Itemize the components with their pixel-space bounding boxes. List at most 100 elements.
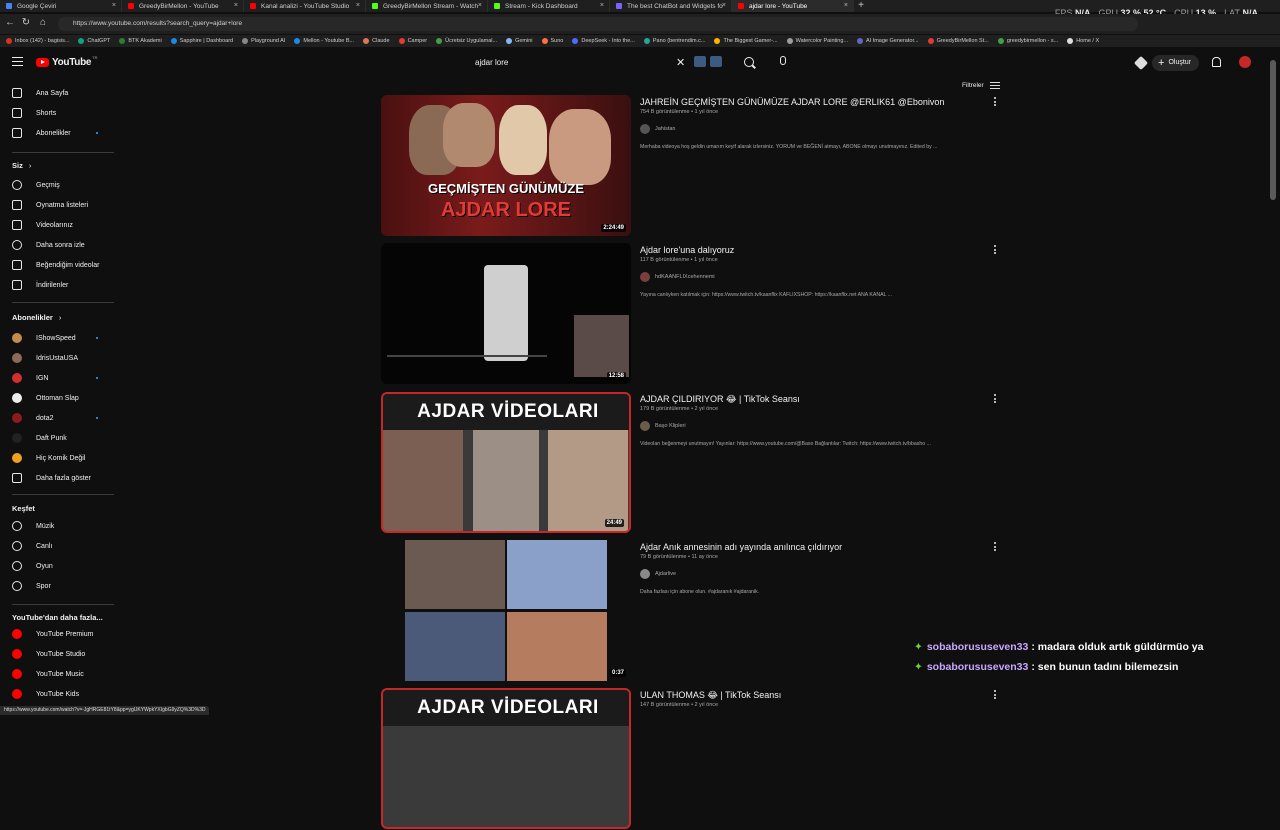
video-result[interactable]: 12:58 Ajdar lore'una dalıyoruz 117 B görün…	[381, 243, 1001, 385]
bookmark-item[interactable]: Ücretsiz Uygulamal...	[436, 38, 497, 44]
close-tab-icon[interactable]: ×	[234, 2, 238, 9]
refresh-icon[interactable]: ↻	[20, 17, 32, 29]
sidebar-item[interactable]: YouTube Music	[0, 666, 118, 682]
sidebar-item[interactable]: Videolarınız	[0, 217, 118, 233]
bookmark-item[interactable]: BTK Akademi	[119, 38, 162, 44]
video-result[interactable]: AJDAR VİDEOLARI ULAN THOMAS 😂 | TikTok Se…	[381, 688, 1001, 830]
bookmark-item[interactable]: Pano (bentrendim.c...	[643, 38, 705, 44]
back-arrow-icon[interactable]: ←	[4, 17, 16, 29]
more-actions-icon[interactable]	[994, 245, 997, 254]
notifications-bell-icon[interactable]	[1212, 57, 1221, 67]
video-thumbnail[interactable]: AJDAR VİDEOLARI	[381, 688, 631, 829]
sidebar-item[interactable]: İndirilenler	[0, 277, 118, 293]
sidebar-item[interactable]: YouTube Kids	[0, 686, 118, 702]
browser-tab[interactable]: Stream - Kick Dashboard ×	[488, 0, 610, 12]
sidebar-item[interactable]: Canlı	[0, 538, 118, 554]
sidebar-item[interactable]: IGN	[0, 370, 118, 386]
browser-tab[interactable]: GreedyBirMellon - YouTube ×	[122, 0, 244, 12]
sidebar-item[interactable]: Ana Sayfa	[0, 85, 118, 101]
sidebar-item[interactable]: Müzik	[0, 518, 118, 534]
bookmark-item[interactable]: AI Image Generator...	[856, 38, 919, 44]
video-title[interactable]: Ajdar Anık annesinin adı yayında anılınc…	[640, 542, 842, 552]
sidebar-section-title[interactable]: Siz ›	[12, 161, 31, 170]
sidebar-item[interactable]: Geçmiş	[0, 177, 118, 193]
filters-button[interactable]: Filtreler	[962, 82, 1000, 89]
browser-tab[interactable]: The best ChatBot and Widgets fo ×	[610, 0, 732, 12]
video-title[interactable]: JAHREİN GEÇMİŞTEN GÜNÜMÜZE AJDAR LORE @E…	[640, 97, 944, 107]
bookmark-item[interactable]: The Biggest Gamer-...	[714, 38, 778, 44]
browser-tab[interactable]: GreedyBirMellon Stream - Watch ×	[366, 0, 488, 12]
microphone-icon[interactable]	[780, 56, 786, 65]
sidebar-item[interactable]: Daha fazla göster	[0, 470, 118, 486]
video-thumbnail[interactable]: 0:37	[381, 540, 631, 681]
address-bar[interactable]: https://www.youtube.com/results?search_q…	[58, 17, 1138, 31]
bookmark-item[interactable]: Gemini	[506, 38, 533, 44]
video-result[interactable]: GEÇMİŞTEN GÜNÜMÜZE AJDAR LORE 2:24:49 JAHRE…	[381, 95, 1001, 237]
sidebar-item[interactable]: Daha sonra izle	[0, 237, 118, 253]
browser-tab[interactable]: ajdar lore - YouTube ×	[732, 0, 854, 12]
bookmark-item[interactable]: greedybirmellon - s...	[997, 38, 1058, 44]
close-tab-icon[interactable]: ×	[600, 2, 604, 9]
more-actions-icon[interactable]	[994, 542, 997, 551]
video-title[interactable]: Ajdar lore'una dalıyoruz	[640, 245, 734, 255]
sidebar-item[interactable]: Daft Punk	[0, 430, 118, 446]
sidebar-item[interactable]: Oyun	[0, 558, 118, 574]
hamburger-menu-icon[interactable]	[12, 57, 23, 67]
translate-extension-icon[interactable]	[694, 56, 706, 67]
bookmark-item[interactable]: Camper	[398, 38, 427, 44]
user-avatar[interactable]	[1239, 56, 1251, 68]
sidebar-item[interactable]: Beğendiğim videolar	[0, 257, 118, 273]
youtube-logo[interactable]: YouTube TR	[36, 55, 98, 68]
studio-icon[interactable]	[1133, 55, 1149, 71]
video-thumbnail[interactable]: AJDAR VİDEOLARI 24:49	[381, 392, 631, 533]
more-actions-icon[interactable]	[994, 690, 997, 699]
bookmark-item[interactable]: Home / X	[1067, 38, 1099, 44]
video-thumbnail[interactable]: GEÇMİŞTEN GÜNÜMÜZE AJDAR LORE 2:24:49	[381, 95, 631, 236]
close-tab-icon[interactable]: ×	[112, 2, 116, 9]
sidebar-item[interactable]: Shorts	[0, 105, 118, 121]
video-result[interactable]: 0:37 Ajdar Anık annesinin adı yayında anı…	[381, 540, 1001, 682]
close-tab-icon[interactable]: ×	[478, 2, 482, 9]
more-actions-icon[interactable]	[994, 394, 997, 403]
more-actions-icon[interactable]	[994, 97, 997, 106]
bookmark-item[interactable]: ChatGPT	[78, 38, 110, 44]
video-thumbnail[interactable]: 12:58	[381, 243, 631, 384]
bookmark-item[interactable]: Suno	[541, 38, 563, 44]
sidebar-item[interactable]: IShowSpeed	[0, 330, 118, 346]
sidebar-item[interactable]: Spor	[0, 578, 118, 594]
sidebar-item[interactable]: Hiç Komik Değil	[0, 450, 118, 466]
bookmark-item[interactable]: Mellon - Youtube B...	[294, 38, 354, 44]
video-result[interactable]: AJDAR VİDEOLARI 24:49 AJDAR ÇILDIRIYOR 😂 |…	[381, 392, 1001, 534]
bookmark-item[interactable]: Inbox (142) - bagisis...	[6, 38, 69, 44]
close-tab-icon[interactable]: ×	[722, 2, 726, 9]
bookmark-item[interactable]: Watercolor Painting...	[786, 38, 848, 44]
browser-tab[interactable]: Kanal analizi - YouTube Studio ×	[244, 0, 366, 12]
video-title[interactable]: ULAN THOMAS 😂 | TikTok Seansı	[640, 690, 781, 701]
page-scrollbar[interactable]	[1270, 60, 1276, 200]
browser-tab[interactable]: Google Çeviri ×	[0, 0, 122, 12]
bookmark-item[interactable]: Sapphire | Dashboard	[170, 38, 233, 44]
sidebar-item[interactable]: Oynatma listeleri	[0, 197, 118, 213]
bookmark-item[interactable]: Playground AI	[242, 38, 285, 44]
video-title[interactable]: AJDAR ÇILDIRIYOR 😂 | TikTok Seansı	[640, 394, 800, 405]
search-icon[interactable]	[744, 57, 754, 67]
channel-link[interactable]: Ajdarlive	[640, 569, 676, 579]
sidebar-item[interactable]: Ottoman Slap	[0, 390, 118, 406]
bookmark-item[interactable]: Claude	[363, 38, 390, 44]
home-icon[interactable]: ⌂	[37, 17, 49, 29]
channel-link[interactable]: Başo Klipleri	[640, 421, 686, 431]
close-tab-icon[interactable]: ×	[844, 2, 848, 9]
clear-search-icon[interactable]: ✕	[676, 56, 685, 69]
bookmark-item[interactable]: DeepSeek - Into the...	[572, 38, 635, 44]
screen-extension-icon[interactable]	[710, 56, 722, 67]
create-button[interactable]: + Oluştur	[1152, 55, 1199, 71]
new-tab-plus-icon[interactable]: +	[854, 0, 868, 12]
sidebar-item[interactable]: dota2	[0, 410, 118, 426]
sidebar-item[interactable]: YouTube Studio	[0, 646, 118, 662]
close-tab-icon[interactable]: ×	[356, 2, 360, 9]
sidebar-item[interactable]: Abonelikler	[0, 125, 118, 141]
bookmark-item[interactable]: GreedyBirMellon St...	[927, 38, 989, 44]
channel-link[interactable]: hdKAANFLIXcehennemi	[640, 272, 715, 282]
sidebar-item[interactable]: YouTube Premium	[0, 626, 118, 642]
sidebar-item[interactable]: IdrisUstaUSA	[0, 350, 118, 366]
